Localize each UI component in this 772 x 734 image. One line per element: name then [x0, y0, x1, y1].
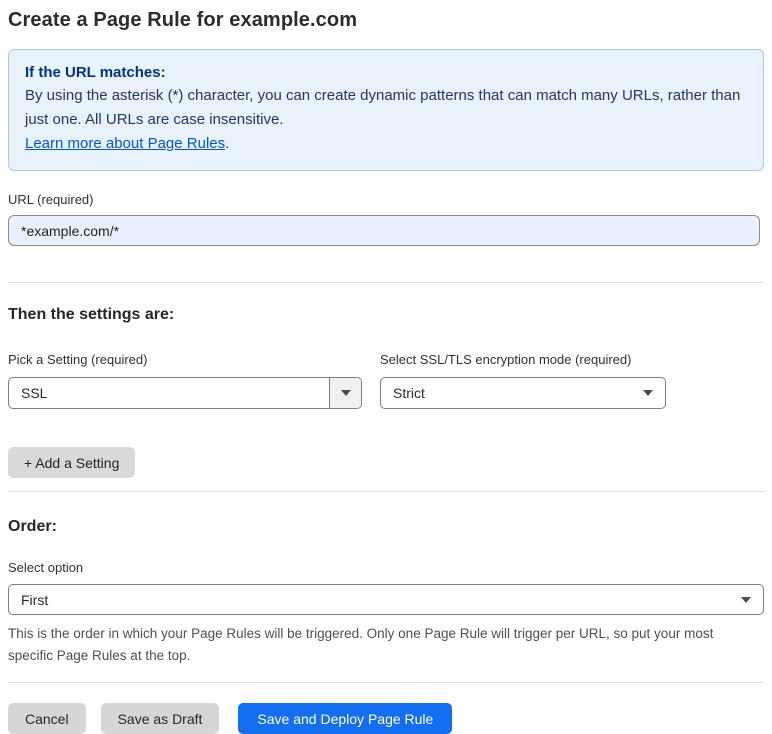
- footer-buttons: Cancel Save as Draft Save and Deploy Pag…: [8, 703, 764, 734]
- order-select-value: First: [21, 591, 49, 608]
- divider: [8, 491, 764, 492]
- cancel-button[interactable]: Cancel: [8, 703, 86, 734]
- info-box-heading: If the URL matches:: [25, 64, 166, 81]
- settings-selects-row: Pick a Setting (required) SSL Select SSL…: [8, 352, 764, 409]
- chevron-down-icon: [643, 390, 665, 396]
- ssl-mode-value: Strict: [393, 385, 425, 401]
- chevron-down-icon: [741, 596, 763, 603]
- ssl-mode-label: Select SSL/TLS encryption mode (required…: [380, 352, 632, 367]
- url-input[interactable]: [8, 215, 760, 246]
- chevron-down-icon[interactable]: [329, 378, 361, 408]
- url-match-info-box: If the URL matches: By using the asteris…: [8, 49, 764, 171]
- url-field-label: URL (required): [8, 192, 94, 207]
- divider: [8, 682, 764, 683]
- info-box-link-line: Learn more about Page Rules.: [25, 132, 747, 156]
- ssl-mode-column: Select SSL/TLS encryption mode (required…: [380, 352, 666, 409]
- pick-setting-label: Pick a Setting (required): [8, 352, 148, 367]
- learn-more-link[interactable]: Learn more about Page Rules: [25, 135, 225, 152]
- order-section-heading: Order:: [8, 518, 57, 535]
- save-and-deploy-button[interactable]: Save and Deploy Page Rule: [238, 703, 453, 734]
- create-page-rule-form: Create a Page Rule for example.com If th…: [0, 0, 772, 734]
- settings-section-heading: Then the settings are:: [8, 306, 175, 323]
- order-select[interactable]: First: [8, 584, 764, 615]
- add-setting-button[interactable]: + Add a Setting: [8, 447, 136, 478]
- pick-setting-value: SSL: [21, 385, 48, 401]
- pick-setting-column: Pick a Setting (required) SSL: [8, 352, 362, 409]
- order-help-text: This is the order in which your Page Rul…: [8, 626, 714, 663]
- link-suffix: .: [225, 135, 230, 152]
- order-select-label: Select option: [8, 560, 84, 575]
- divider: [8, 282, 764, 283]
- page-title: Create a Page Rule for example.com: [8, 9, 358, 31]
- pick-setting-select[interactable]: SSL: [8, 377, 362, 409]
- ssl-mode-select[interactable]: Strict: [380, 377, 666, 409]
- save-as-draft-button[interactable]: Save as Draft: [100, 703, 220, 734]
- info-box-body: By using the asterisk (*) character, you…: [25, 87, 741, 128]
